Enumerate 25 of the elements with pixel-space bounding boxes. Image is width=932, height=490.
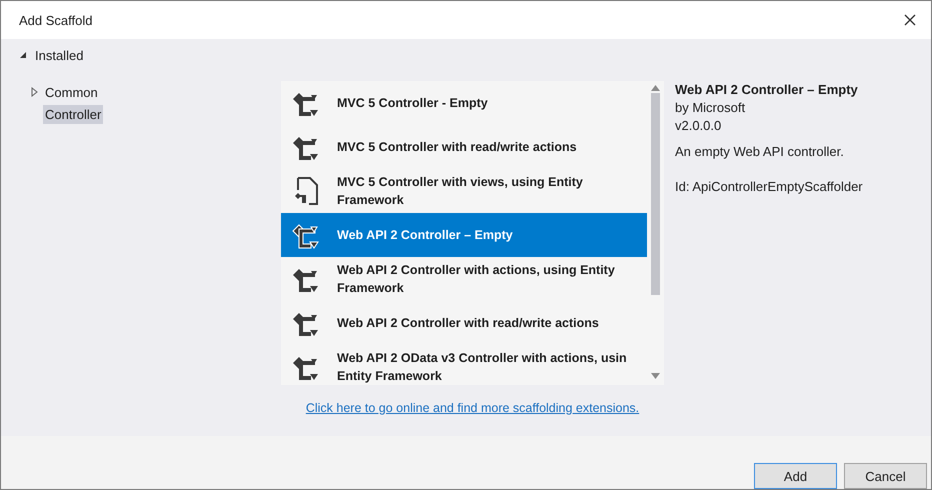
tree-item[interactable]: Controller	[43, 104, 104, 124]
online-extensions-link[interactable]: Click here to go online and find more scaffolding extensions.	[306, 401, 640, 415]
expanded-triangle-icon[interactable]	[19, 51, 27, 59]
template-item[interactable]: MVC 5 Controller with read/write actions	[281, 125, 647, 169]
tree-item[interactable]: Common	[43, 82, 100, 102]
add-button[interactable]: Add	[754, 463, 837, 489]
details-id: Id: ApiControllerEmptyScaffolder	[675, 178, 863, 196]
scroll-up-icon[interactable]	[651, 85, 660, 91]
tree-item[interactable]: Installed	[35, 48, 84, 62]
template-item[interactable]: Web API 2 OData v3 Controller with actions, usin Entity Framework	[281, 345, 647, 385]
details-title: Web API 2 Controller – Empty	[675, 81, 859, 99]
window-title: Add Scaffold	[19, 12, 92, 28]
close-icon	[904, 14, 916, 26]
template-item[interactable]: Web API 2 Controller with read/write actions	[281, 301, 647, 345]
collapsed-triangle-icon[interactable]	[31, 87, 39, 97]
template-item[interactable]: MVC 5 Controller - Empty	[281, 81, 647, 125]
scrollbar-thumb[interactable]	[651, 93, 660, 295]
template-item[interactable]: Web API 2 Controller with actions, using Entity Framework	[281, 257, 647, 301]
template-item[interactable]: Web API 2 Controller – Empty	[281, 213, 647, 257]
scroll-down-icon[interactable]	[651, 373, 660, 379]
cancel-button[interactable]: Cancel	[844, 463, 927, 489]
details-author: by Microsoft	[675, 99, 746, 117]
details-description: An empty Web API controller.	[675, 143, 845, 161]
details-version: v2.0.0.0	[675, 117, 722, 135]
template-item[interactable]: MVC 5 Controller with views, using Entity Framework	[281, 169, 647, 213]
